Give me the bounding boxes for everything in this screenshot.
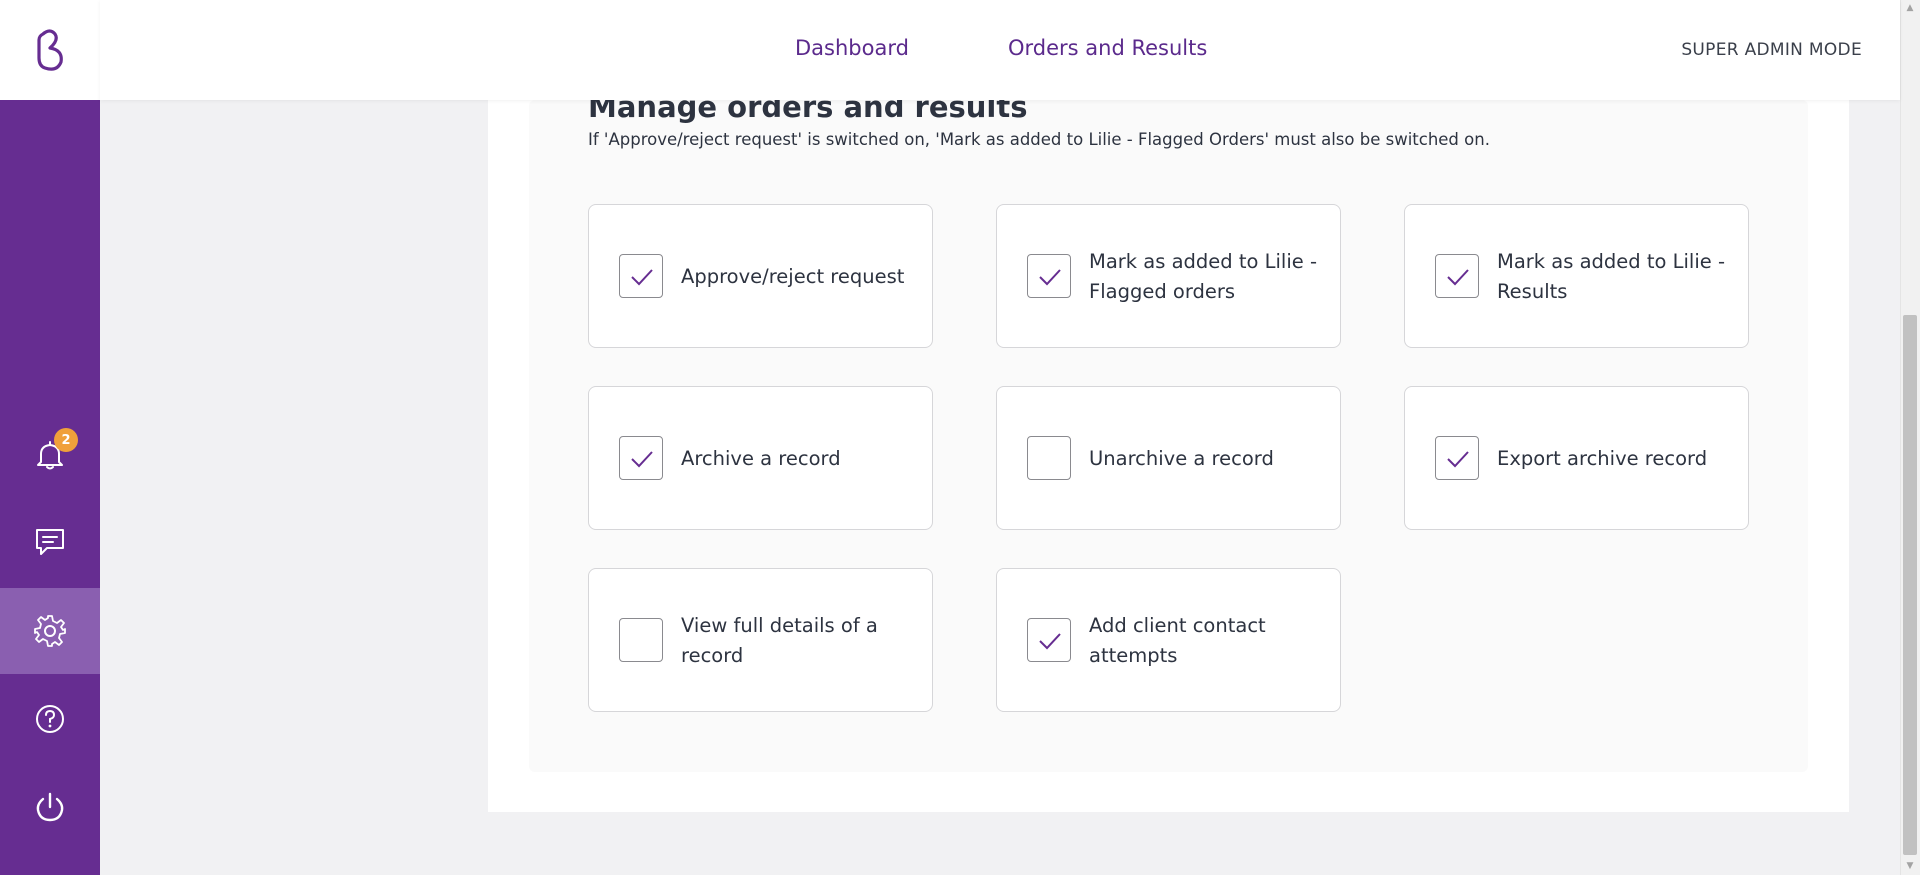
scrollbar-thumb[interactable] — [1903, 315, 1917, 855]
permission-checkbox[interactable] — [619, 436, 663, 480]
gear-icon — [34, 615, 66, 647]
chat-icon — [36, 529, 64, 555]
permission-card-export-archive[interactable]: Export archive record — [1404, 386, 1749, 530]
permission-checkbox[interactable] — [619, 254, 663, 298]
sidebar: 2 — [0, 0, 100, 875]
scroll-up-arrow-icon[interactable]: ▲ — [1904, 2, 1916, 14]
logo-icon — [37, 29, 63, 71]
scroll-down-arrow-icon[interactable]: ▼ — [1904, 860, 1916, 872]
checkmark-icon — [1039, 269, 1061, 286]
super-admin-mode-label: SUPER ADMIN MODE — [1681, 40, 1862, 60]
notification-count-badge: 2 — [54, 428, 78, 452]
app-logo[interactable] — [0, 0, 100, 100]
permission-label: Unarchive a record — [1089, 447, 1274, 470]
settings-button[interactable] — [0, 588, 100, 674]
checkmark-icon — [631, 269, 653, 286]
permission-checkbox[interactable] — [1027, 436, 1071, 480]
help-icon — [36, 705, 64, 733]
permission-card-approve-reject[interactable]: Approve/reject request — [588, 204, 933, 348]
permission-card-results[interactable]: Mark as added to Lilie - Results — [1404, 204, 1749, 348]
logout-button[interactable] — [0, 764, 100, 850]
help-button[interactable] — [0, 676, 100, 762]
messages-button[interactable] — [0, 499, 100, 585]
permission-label: View full details of a record — [681, 614, 878, 667]
permission-checkbox[interactable] — [1435, 254, 1479, 298]
section-note: If 'Approve/reject request' is switched … — [588, 130, 1490, 149]
checkmark-icon — [1039, 633, 1061, 650]
checkmark-icon — [1447, 269, 1469, 286]
permission-label: Archive a record — [681, 447, 841, 470]
permission-checkbox[interactable] — [1435, 436, 1479, 480]
permission-label: Export archive record — [1497, 447, 1708, 470]
permission-card-contact-attempts[interactable]: Add client contact attempts — [996, 568, 1341, 712]
permission-card-view-details[interactable]: View full details of a record — [588, 568, 933, 712]
top-navigation-bar: Dashboard Orders and Results SUPER ADMIN… — [100, 0, 1900, 100]
permission-card-archive[interactable]: Archive a record — [588, 386, 933, 530]
permission-label: Approve/reject request — [681, 265, 905, 288]
permission-label: Add client contact attempts — [1089, 614, 1266, 667]
permission-checkbox[interactable] — [619, 618, 663, 662]
permission-card-flagged-orders[interactable]: Mark as added to Lilie - Flagged orders — [996, 204, 1341, 348]
permission-label: Mark as added to Lilie - Results — [1497, 250, 1725, 303]
permission-checkbox[interactable] — [1027, 618, 1071, 662]
nav-link-orders-and-results[interactable]: Orders and Results — [1008, 36, 1207, 60]
checkmark-icon — [1447, 451, 1469, 468]
permission-label: Mark as added to Lilie - Flagged orders — [1089, 250, 1317, 303]
permission-checkbox[interactable] — [1027, 254, 1071, 298]
notifications-button[interactable]: 2 — [0, 412, 100, 498]
power-icon — [36, 792, 64, 822]
nav-link-dashboard[interactable]: Dashboard — [795, 36, 909, 60]
checkmark-icon — [631, 451, 653, 468]
permission-card-unarchive[interactable]: Unarchive a record — [996, 386, 1341, 530]
